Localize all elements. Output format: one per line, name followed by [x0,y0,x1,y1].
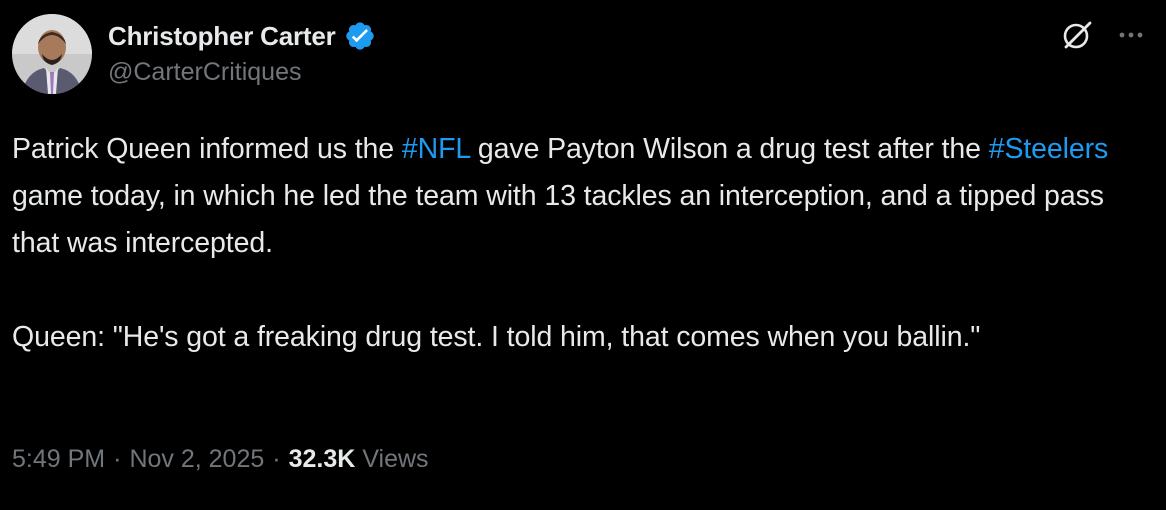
tweet-text-segment: game today, in which he led the team wit… [12,180,1104,259]
avatar[interactable] [12,14,92,94]
meta-separator: · [272,445,281,473]
tweet-meta: 5:49 PM · Nov 2, 2025 · 32.3K Views [12,445,429,474]
tweet-paragraph-2: Queen: "He's got a freaking drug test. I… [12,321,981,353]
tweet-text: Patrick Queen informed us the #NFL gave … [12,126,1152,361]
tweet-text-segment: gave Payton Wilson a drug test after the [470,133,989,165]
avatar-image [12,14,92,94]
views-label: Views [362,445,429,473]
meta-separator: · [113,445,122,473]
tweet-time[interactable]: 5:49 PM [12,445,105,474]
tweet-text-segment: Patrick Queen informed us the [12,133,402,165]
author-name-row: Christopher Carter [108,18,376,54]
views-count: 32.3K [288,445,356,473]
hashtag-link-steelers[interactable]: #Steelers [989,133,1109,165]
tweet-date[interactable]: Nov 2, 2025 [129,445,264,474]
tweet-paragraph-1: Patrick Queen informed us the #NFL gave … [12,126,1152,267]
tweet-top-actions [1060,18,1148,52]
hashtag-link-nfl[interactable]: #NFL [402,133,470,165]
verified-badge-icon [344,20,376,52]
grok-icon[interactable] [1060,18,1094,52]
author-display-name[interactable]: Christopher Carter [108,21,336,52]
tweet-card: Christopher Carter @CarterCritiques Patr… [0,0,1166,510]
author-handle[interactable]: @CarterCritiques [108,58,301,87]
more-horizontal-icon[interactable] [1114,18,1148,52]
